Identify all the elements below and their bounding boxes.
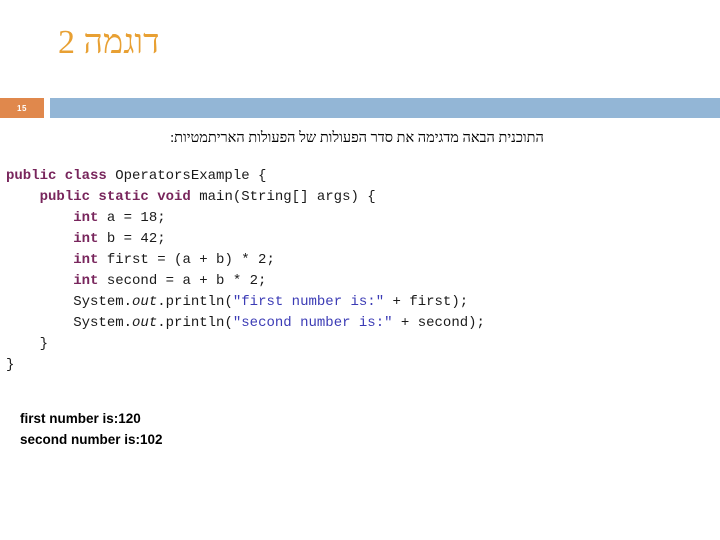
code-line: public class OperatorsExample { — [6, 166, 485, 187]
code-token-plain: + first); — [384, 294, 469, 310]
code-token-string: "first number is:" — [232, 294, 385, 310]
code-line: int first = (a + b) * 2; — [6, 250, 485, 271]
code-token-keyword: int — [73, 252, 107, 268]
code-token-italic: out — [132, 315, 158, 331]
output-line: second number is:102 — [20, 432, 163, 447]
code-token-keyword: int — [73, 210, 107, 226]
subtitle-text: התוכנית הבאה מדגימה את סדר הפעולות של הפ… — [170, 130, 544, 146]
code-token-plain: first = (a + b) * 2; — [106, 252, 275, 268]
code-line: System.out.println("second number is:" +… — [6, 313, 485, 334]
code-token-plain: .println( — [157, 315, 233, 331]
divider-band: 15 — [0, 98, 720, 118]
code-line: } — [6, 355, 485, 376]
code-line: int b = 42; — [6, 229, 485, 250]
code-token-keyword: int — [73, 273, 107, 289]
code-token-keyword: int — [73, 231, 107, 247]
code-token-keyword: public static void — [39, 189, 200, 205]
code-line: } — [6, 334, 485, 355]
program-output: first number is:120 second number is:102 — [20, 408, 163, 450]
code-token-plain: a = 18; — [106, 210, 166, 226]
code-line: public static void main(String[] args) { — [6, 187, 485, 208]
code-token-plain: OperatorsExample { — [115, 168, 267, 184]
code-token-plain: b = 42; — [106, 231, 166, 247]
code-token-string: "second number is:" — [232, 315, 393, 331]
code-token-italic: out — [132, 294, 158, 310]
page-title: דוגמה 2 — [58, 24, 160, 61]
slide-number-badge: 15 — [0, 98, 44, 118]
code-line: System.out.println("first number is:" + … — [6, 292, 485, 313]
code-token-plain: System. — [73, 315, 133, 331]
code-token-plain: main(String[] args) { — [199, 189, 376, 205]
divider-bar — [50, 98, 720, 118]
code-token-plain: } — [6, 357, 15, 373]
code-token-plain: second = a + b * 2; — [106, 273, 267, 289]
code-token-plain: } — [39, 336, 49, 352]
code-line: int a = 18; — [6, 208, 485, 229]
output-line: first number is:120 — [20, 411, 141, 426]
code-block: public class OperatorsExample { public s… — [6, 166, 485, 376]
code-token-keyword: public class — [6, 168, 116, 184]
code-token-plain: + second); — [392, 315, 485, 331]
code-token-plain: .println( — [157, 294, 233, 310]
code-line: int second = a + b * 2; — [6, 271, 485, 292]
code-token-plain: System. — [73, 294, 133, 310]
